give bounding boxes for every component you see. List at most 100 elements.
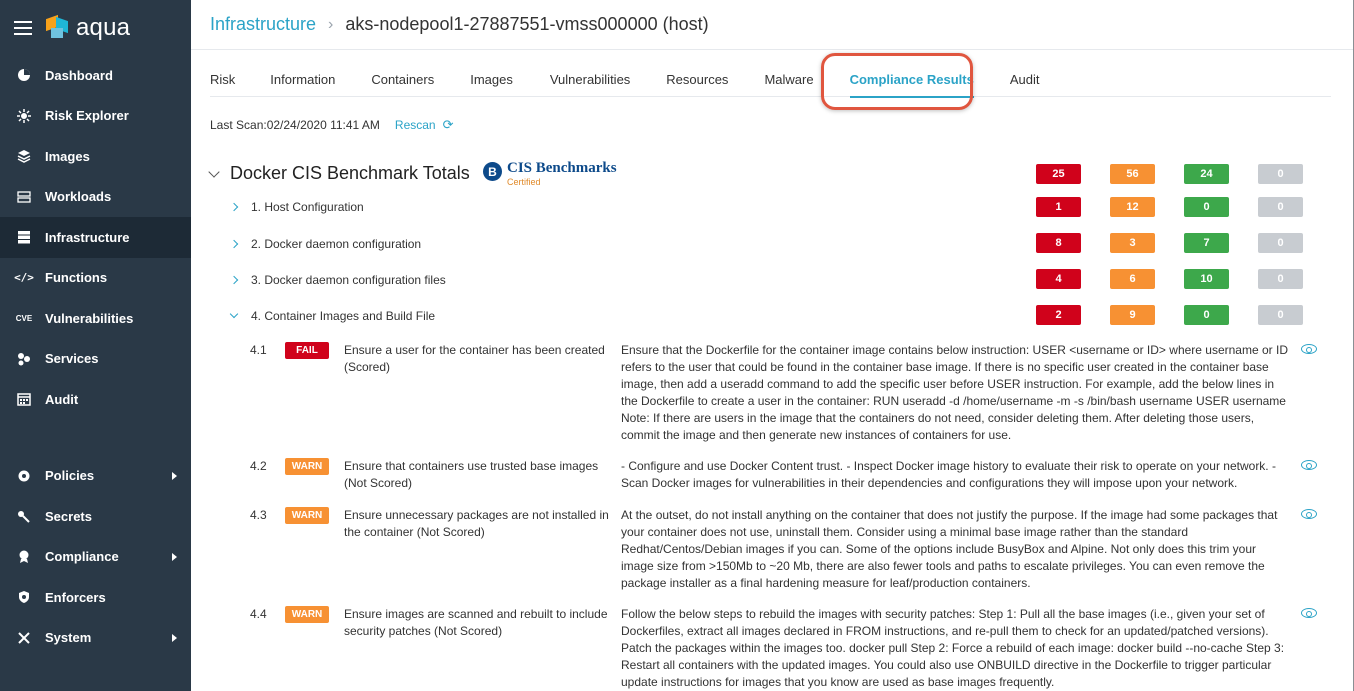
rule-title: Ensure a user for the container has been…: [344, 343, 605, 374]
sidebar-item-enforcers[interactable]: Enforcers: [0, 577, 191, 618]
pass-count-badge: 7: [1184, 233, 1229, 253]
rule-id: 4.1: [250, 343, 267, 357]
sidebar-item-infrastructure[interactable]: Infrastructure: [0, 217, 191, 258]
benchmark-header[interactable]: Docker CIS Benchmark Totals: [208, 163, 470, 184]
functions-icon: </>: [14, 271, 34, 285]
sidebar-item-vulnerabilities[interactable]: CVE Vulnerabilities: [0, 298, 191, 339]
sidebar-item-label: Enforcers: [45, 589, 106, 605]
expand-chevron-icon[interactable]: [229, 202, 239, 212]
rule-title: Ensure that containers use trusted base …: [344, 459, 599, 490]
workloads-icon: [16, 189, 32, 205]
sidebar-item-functions[interactable]: </> Functions: [0, 258, 191, 299]
page-title: aks-nodepool1-27887551-vmss000000 (host): [345, 14, 709, 34]
compliance-icon: [16, 549, 32, 565]
sidebar-item-services[interactable]: Services: [0, 339, 191, 380]
sidebar-item-compliance[interactable]: Compliance: [0, 537, 191, 578]
section-badges: 4 6 10 0: [1036, 269, 1332, 289]
cis-benchmarks-logo: B CIS Benchmarks Certified: [483, 161, 617, 188]
brand-bar: aqua: [0, 0, 191, 56]
expand-caret-icon[interactable]: [172, 471, 177, 480]
info-count-badge: 0: [1258, 233, 1303, 253]
sidebar-item-images[interactable]: Images: [0, 136, 191, 177]
section-host-configuration[interactable]: 1. Host Configuration: [229, 200, 364, 214]
breadcrumb-infrastructure-link[interactable]: Infrastructure: [210, 14, 316, 35]
tab-resources[interactable]: Resources: [666, 60, 728, 97]
rescan-button[interactable]: Rescan: [395, 118, 436, 132]
fail-count-badge: 25: [1036, 164, 1081, 184]
vulnerabilities-icon: CVE: [15, 313, 33, 323]
tab-vulnerabilities[interactable]: Vulnerabilities: [550, 60, 630, 97]
warn-status-badge: WARN: [285, 507, 329, 524]
cis-logo-icon: B: [483, 162, 502, 181]
section-label: 2. Docker daemon configuration: [251, 237, 422, 251]
sidebar-item-secrets[interactable]: Secrets: [0, 496, 191, 537]
tab-highlight-annotation: [821, 53, 973, 110]
sidebar-item-policies[interactable]: Policies: [0, 456, 191, 497]
expand-chevron-icon[interactable]: [229, 275, 239, 285]
eye-icon[interactable]: [1301, 509, 1317, 519]
refresh-icon[interactable]: ⟳: [443, 117, 454, 133]
enforcers-icon: [16, 589, 32, 605]
section-badges: 1 12 0 0: [1036, 197, 1332, 217]
section-badges: 8 3 7 0: [1036, 233, 1332, 253]
system-icon: [16, 630, 32, 646]
section-label: 3. Docker daemon configuration files: [251, 273, 446, 287]
section-docker-daemon-configuration[interactable]: 2. Docker daemon configuration: [229, 237, 422, 251]
info-count-badge: 0: [1258, 164, 1303, 184]
sidebar-item-label: Vulnerabilities: [45, 310, 134, 326]
eye-icon[interactable]: [1301, 460, 1317, 470]
tab-risk[interactable]: Risk: [210, 60, 235, 97]
expand-chevron-icon[interactable]: [229, 239, 239, 249]
tab-containers[interactable]: Containers: [371, 60, 434, 97]
totals-badges: 25 56 24 0: [1036, 164, 1332, 184]
pass-count-badge: 0: [1184, 305, 1229, 325]
sidebar-item-label: Audit: [45, 391, 79, 407]
sidebar: aqua Dashboard Risk Explorer Images Work…: [0, 0, 191, 691]
sidebar-item-risk-explorer[interactable]: Risk Explorer: [0, 96, 191, 137]
tab-information[interactable]: Information: [270, 60, 335, 97]
sidebar-item-label: Dashboard: [45, 67, 113, 83]
sidebar-item-label: Policies: [45, 468, 95, 484]
aqua-logo-icon: [44, 14, 70, 41]
info-count-badge: 0: [1258, 305, 1303, 325]
fail-count-badge: 2: [1036, 305, 1081, 325]
expand-caret-icon[interactable]: [172, 552, 177, 561]
rule-description: At the outset, do not install anything o…: [621, 508, 1278, 590]
cis-logo-subtext: Certified: [507, 177, 541, 187]
warn-status-badge: WARN: [285, 458, 329, 475]
collapse-chevron-icon[interactable]: [229, 309, 239, 319]
info-count-badge: 0: [1258, 197, 1303, 217]
warn-count-badge: 56: [1110, 164, 1155, 184]
sidebar-item-dashboard[interactable]: Dashboard: [0, 55, 191, 96]
tab-malware[interactable]: Malware: [764, 60, 813, 97]
collapse-chevron-icon[interactable]: [208, 165, 220, 178]
sidebar-item-system[interactable]: System: [0, 618, 191, 659]
warn-count-badge: 12: [1110, 197, 1155, 217]
sidebar-item-label: Risk Explorer: [45, 108, 129, 124]
rule-description: - Configure and use Docker Content trust…: [621, 459, 1276, 490]
dashboard-icon: [16, 67, 32, 83]
section-container-images-and-build-file[interactable]: 4. Container Images and Build File: [229, 309, 436, 323]
pass-count-badge: 10: [1184, 269, 1229, 289]
fail-count-badge: 1: [1036, 197, 1081, 217]
hamburger-menu-icon[interactable]: [14, 21, 32, 35]
sidebar-item-label: System: [45, 630, 92, 646]
audit-icon: [16, 391, 32, 407]
tab-audit[interactable]: Audit: [1010, 60, 1040, 97]
section-docker-daemon-configuration-files[interactable]: 3. Docker daemon configuration files: [229, 273, 446, 287]
expand-caret-icon[interactable]: [172, 633, 177, 642]
fail-count-badge: 4: [1036, 269, 1081, 289]
section-label: 4. Container Images and Build File: [251, 309, 436, 323]
eye-icon[interactable]: [1301, 344, 1317, 354]
sidebar-item-audit[interactable]: Audit: [0, 379, 191, 420]
secrets-icon: [16, 508, 32, 524]
sidebar-item-workloads[interactable]: Workloads: [0, 177, 191, 218]
eye-icon[interactable]: [1301, 608, 1317, 618]
images-icon: [16, 148, 32, 164]
breadcrumb-separator-icon: ›: [328, 15, 334, 33]
tab-bar: Risk Information Containers Images Vulne…: [210, 60, 1331, 98]
warn-count-badge: 9: [1110, 305, 1155, 325]
section-label: 1. Host Configuration: [251, 200, 364, 214]
info-count-badge: 0: [1258, 269, 1303, 289]
tab-images[interactable]: Images: [470, 60, 513, 97]
